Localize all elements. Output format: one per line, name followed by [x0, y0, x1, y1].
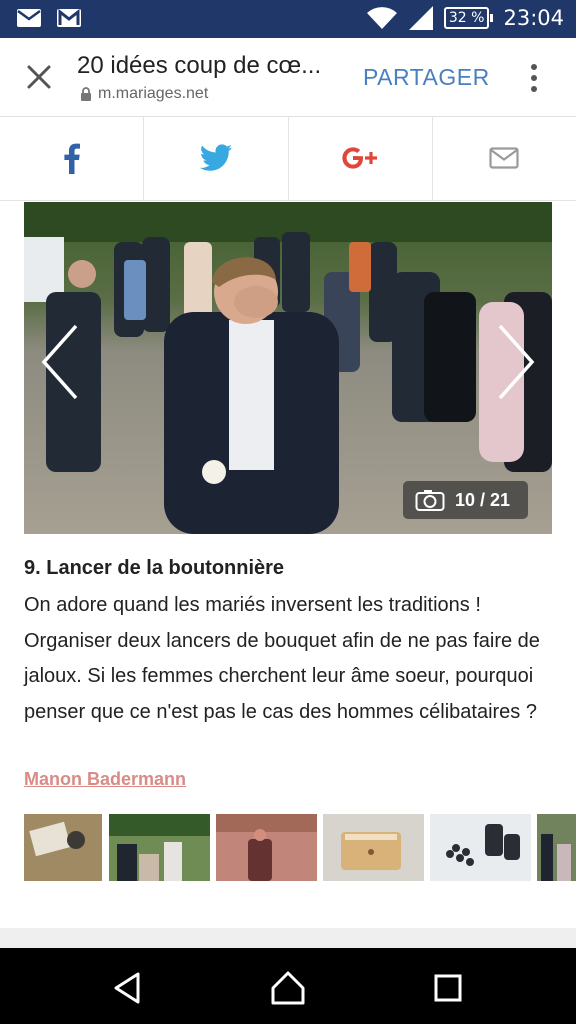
system-navigation-bar [0, 948, 576, 1024]
item-title: 9. Lancer de la boutonnière [24, 557, 285, 579]
photo-counter-text: 10 / 21 [455, 489, 511, 510]
wifi-icon [366, 7, 397, 29]
battery-indicator: 32 % [443, 7, 494, 29]
gmail-notification-icon [57, 8, 81, 27]
recent-apps-icon[interactable] [430, 970, 466, 1006]
signal-icon [408, 6, 433, 30]
lock-icon [81, 86, 91, 101]
facebook-icon [64, 143, 80, 174]
mail-icon [489, 147, 519, 169]
status-bar: 32 % 23:04 [0, 0, 576, 38]
home-icon[interactable] [270, 970, 306, 1006]
google-plus-icon [342, 147, 378, 169]
url-text: m.mariages.net [98, 85, 209, 102]
custom-tab-toolbar: 20 idées coup de cœ... m.mariages.net PA… [0, 38, 576, 117]
item-description: On adore quand les mariés inversent les … [24, 594, 540, 723]
share-facebook-button[interactable] [0, 116, 145, 200]
share-button[interactable]: PARTAGER [363, 64, 490, 91]
previous-photo-icon[interactable] [40, 322, 80, 402]
thumbnail[interactable] [24, 814, 102, 881]
share-google-plus-button[interactable] [289, 116, 433, 200]
thumbnail[interactable] [323, 814, 424, 881]
social-share-bar [0, 116, 576, 201]
page-title: 20 idées coup de cœ... [77, 52, 322, 79]
thumbnail[interactable] [430, 814, 531, 881]
back-icon[interactable] [110, 970, 146, 1006]
thumbnail-strip [24, 814, 576, 881]
photo-counter: 10 / 21 [403, 481, 528, 519]
share-twitter-button[interactable] [144, 116, 289, 200]
thumbnail-active[interactable] [216, 814, 317, 881]
next-photo-icon[interactable] [496, 322, 536, 402]
mail-notification-icon [17, 9, 41, 27]
thumbnail[interactable] [537, 814, 576, 881]
author-link[interactable]: Manon Badermann [24, 769, 186, 790]
close-icon[interactable] [22, 60, 56, 94]
notification-icons [16, 8, 82, 28]
battery-level: 32 % [443, 7, 490, 29]
overflow-menu-icon[interactable] [526, 62, 542, 94]
camera-icon [415, 490, 445, 511]
twitter-icon [199, 144, 232, 171]
thumbnail[interactable] [109, 814, 210, 881]
share-mail-button[interactable] [433, 116, 576, 200]
page-footer-band [0, 928, 576, 948]
clock: 23:04 [503, 6, 564, 30]
page-url: m.mariages.net [80, 85, 208, 103]
